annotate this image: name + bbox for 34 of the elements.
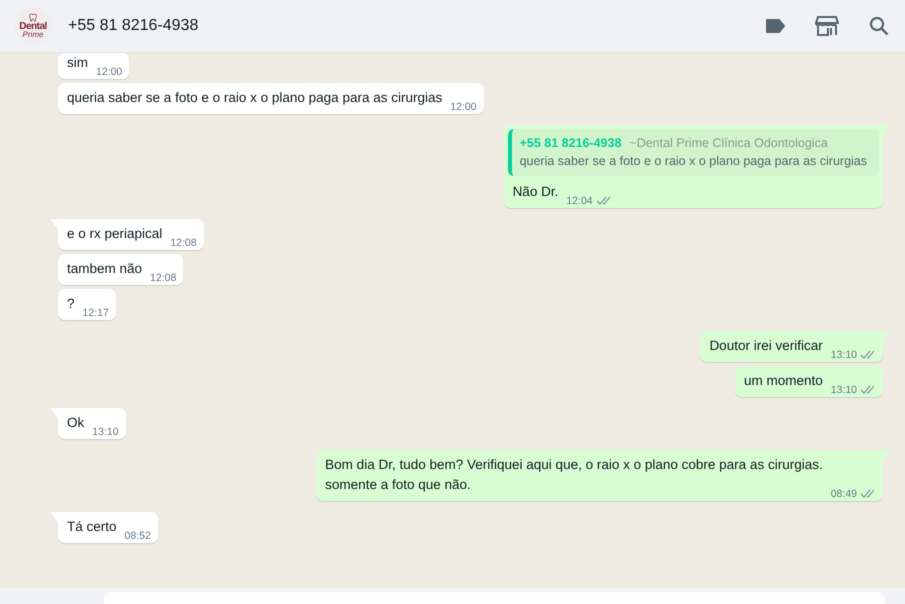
store-icon[interactable] bbox=[815, 15, 839, 37]
label-icon[interactable] bbox=[765, 18, 785, 34]
message-text: tambem não bbox=[67, 260, 142, 278]
message-text: Não Dr. bbox=[512, 183, 558, 201]
quote-author: +55 81 8216-4938 bbox=[520, 135, 622, 152]
message-time: 12:08 bbox=[170, 237, 197, 249]
message-text: sim bbox=[67, 54, 88, 72]
message-text: Doutor irei verificar bbox=[709, 337, 823, 355]
quote-sender-name: ~Dental Prime Clínica Odontologica bbox=[629, 135, 828, 152]
message-text: Bom dia Dr, tudo bem? Verifiquei aqui que, o raio x o plano cobre para as cirurgias. somente a foto que não. bbox=[325, 456, 823, 494]
message-time: 13:10 bbox=[830, 384, 857, 396]
message-time: 08:52 bbox=[124, 530, 151, 542]
logo-text: Prime bbox=[22, 32, 44, 39]
quoted-message[interactable]: +55 81 8216-4938 ~Dental Prime Clínica Odontologica queria saber se a foto e o raio x o plano paga para as cirurgias bbox=[508, 129, 879, 176]
message-text: queria saber se a foto e o raio x o plano paga para as cirurgias bbox=[67, 89, 442, 107]
message-text: Tá certo bbox=[67, 518, 117, 536]
message-time: 12:08 bbox=[150, 272, 176, 284]
message-time: 08:49 bbox=[830, 488, 857, 500]
message-text: um momento bbox=[744, 372, 823, 390]
message-time: 12:00 bbox=[96, 66, 122, 78]
quote-text: queria saber se a foto e o raio x o plano paga para as cirurgias bbox=[520, 154, 867, 168]
message-text: Ok bbox=[67, 414, 84, 432]
message-time: 12:17 bbox=[82, 307, 109, 319]
message-time: 13:10 bbox=[830, 349, 857, 361]
search-icon[interactable] bbox=[869, 16, 889, 36]
message-time: 13:10 bbox=[92, 426, 119, 438]
message-time: 12:00 bbox=[450, 101, 477, 113]
contact-avatar[interactable]: Dental Prime bbox=[14, 7, 52, 45]
logo-text: Dental bbox=[19, 23, 47, 32]
contact-name: +55 81 8216-4938 bbox=[68, 17, 198, 35]
message-text: e o rx periapical bbox=[67, 225, 162, 243]
message-text: ? bbox=[67, 295, 75, 313]
message-time: 12:04 bbox=[566, 195, 593, 207]
tooth-icon bbox=[28, 13, 38, 24]
